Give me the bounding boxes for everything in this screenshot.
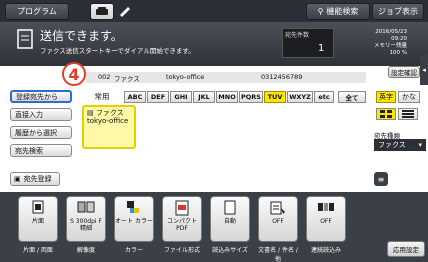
tab-all[interactable]: 全て [338, 91, 366, 103]
time-text: 09:20 [391, 36, 407, 42]
english-mode-button[interactable]: 英字 [376, 91, 396, 103]
address-type: ファクス [114, 75, 140, 83]
tab-etc[interactable]: etc [314, 91, 334, 103]
tab-jkl[interactable]: JKL [193, 91, 215, 103]
continuous-scan-tool[interactable]: OFF [306, 196, 346, 242]
fax-small-icon: ▤ [87, 109, 94, 117]
color-icon [127, 201, 139, 213]
tab-def[interactable]: DEF [147, 91, 169, 103]
from-registered-button[interactable]: 登録宛先から [10, 90, 72, 103]
address-name: tokyo-office [166, 73, 205, 81]
address-search-button[interactable]: 宛先検索 [10, 144, 72, 157]
address-entry[interactable]: ▤ ファクス tokyo-office [82, 105, 136, 149]
job-display-button[interactable]: ジョブ表示 [372, 3, 424, 20]
grid-icon [380, 110, 392, 118]
grid-view-button[interactable] [376, 108, 396, 120]
dest-count-value: 1 [318, 43, 325, 54]
phone-tab-button[interactable] [90, 3, 114, 20]
tab-abc[interactable]: ABC [124, 91, 146, 103]
document-name-icon [270, 201, 285, 215]
resolution-tool[interactable]: S 300dpi F 精細 [66, 196, 106, 242]
tab-tuv[interactable]: TUV [264, 91, 286, 103]
color-tool[interactable]: オート カラー [114, 196, 154, 242]
device-status: 2016/05/23 09:20 メモリー残量 100 % [347, 29, 407, 57]
settings-check-button[interactable]: 設定確認 [388, 66, 420, 78]
continuous-scan-icon [318, 203, 334, 211]
resolution-caption: 解像度 [76, 247, 95, 254]
tab-mno[interactable]: MNO [216, 91, 238, 103]
side-panel-toggle[interactable]: ◂ [420, 55, 428, 85]
address-number: 002 [98, 73, 111, 81]
resolution-icon [77, 201, 95, 213]
list-view-button[interactable] [398, 108, 418, 120]
register-address-button[interactable]: ▣ 宛先登録 [10, 172, 60, 186]
dest-type-select[interactable]: ファクス ▾ [374, 139, 426, 151]
from-history-button[interactable]: 履歴から選択 [10, 126, 72, 139]
memory-label: メモリー残量 [373, 43, 407, 49]
status-title: 送信できます。 [40, 29, 123, 43]
register-icon: ▣ [14, 175, 21, 183]
document-name-caption: 文書名 / 件名 / 他 [258, 247, 298, 262]
program-button[interactable]: プログラム [5, 3, 69, 20]
search-icon: ⚲ [317, 7, 324, 16]
selected-address-strip: 002 ファクス tokyo-office 0312456789 [86, 72, 366, 83]
pdf-icon [175, 200, 189, 216]
date-text: 2016/05/23 [375, 29, 407, 35]
kana-mode-button[interactable]: かな [398, 91, 420, 103]
file-format-tool[interactable]: コンパクト PDF [162, 196, 202, 242]
scroll-button[interactable]: ≡ [374, 172, 388, 186]
tab-pqrs[interactable]: PQRS [239, 91, 263, 103]
address-fax-number: 0312456789 [261, 73, 303, 81]
phone-icon [96, 7, 108, 15]
fax-icon [16, 28, 34, 50]
entry-type: ▤ ファクス [87, 109, 124, 117]
duplex-caption: 片面 / 両面 [23, 247, 53, 254]
direct-input-button[interactable]: 直接入力 [10, 108, 72, 121]
edit-icon[interactable] [118, 5, 132, 17]
file-format-caption: ファイル形式 [163, 247, 200, 254]
entry-name: tokyo-office [87, 117, 129, 125]
dest-count-label: 宛先件数 [285, 32, 310, 39]
document-name-tool[interactable]: OFF [258, 196, 298, 242]
function-search-button[interactable]: ⚲ 機能検索 [306, 3, 370, 20]
scan-size-caption: 読込みサイズ [212, 247, 248, 254]
list-icon [402, 110, 414, 118]
tab-wxyz[interactable]: WXYZ [287, 91, 313, 103]
frequent-tab[interactable]: 常用 [82, 90, 122, 103]
application-settings-button[interactable]: 応用設定 [387, 241, 425, 257]
tab-ghi[interactable]: GHI [170, 91, 192, 103]
scan-size-tool[interactable]: 自動 [210, 196, 250, 242]
status-subtitle: ファクス送信スタートキーでダイアル開始できます。 [40, 47, 195, 55]
duplex-tool[interactable]: 片面 [18, 196, 58, 242]
chevron-down-icon: ▾ [418, 141, 422, 149]
step-marker: 4 [62, 62, 86, 86]
memory-value: 100 % [389, 50, 407, 56]
continuous-scan-caption: 連続読込み [310, 247, 341, 254]
page-size-icon [224, 200, 236, 215]
color-caption: カラー [124, 247, 143, 254]
simplex-icon [32, 200, 44, 214]
